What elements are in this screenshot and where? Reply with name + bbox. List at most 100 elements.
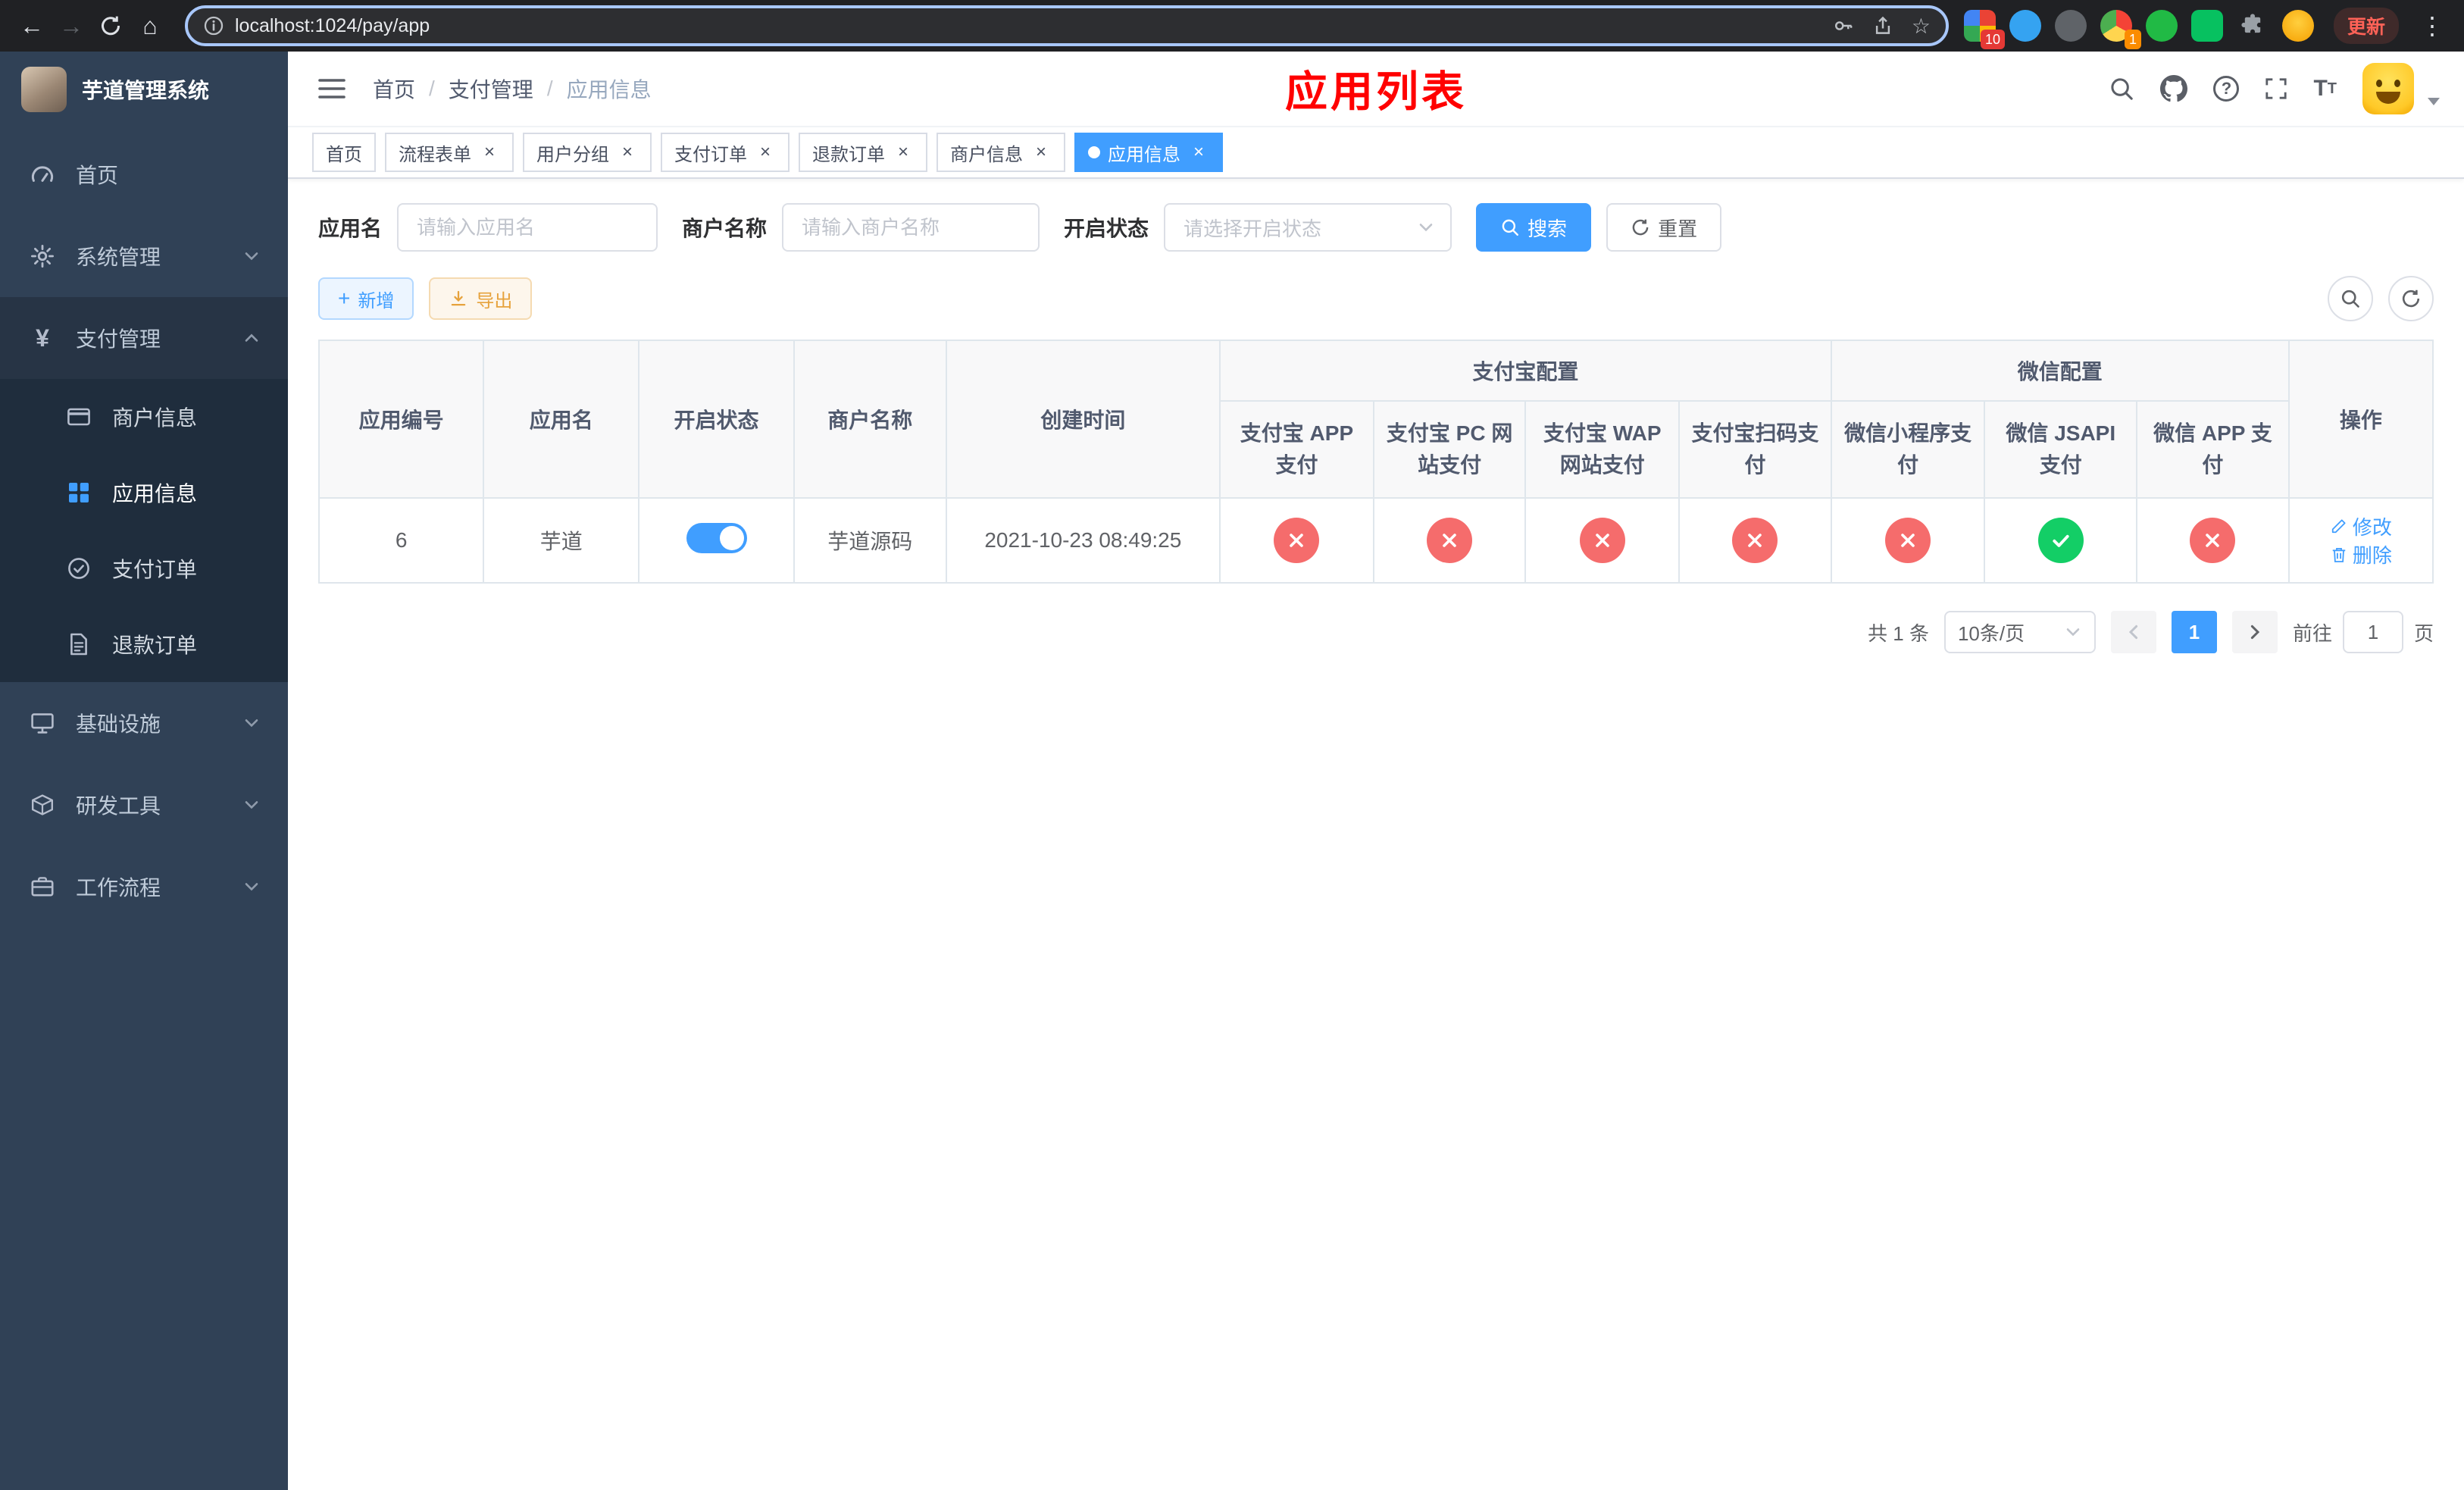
tabs-bar: 首页 流程表单 × 用户分组 × 支付订单 × 退款订单 × 商户信息 × 应用信息 ×	[288, 127, 2464, 179]
sidebar-item-home[interactable]: 首页	[0, 133, 288, 215]
status-select[interactable]: 请选择开启状态	[1164, 203, 1452, 252]
wechat-group-header: 微信配置	[1830, 340, 2290, 402]
refresh-button[interactable]	[2388, 276, 2434, 321]
sidebar-item-label: 应用信息	[112, 482, 198, 506]
page-title: 应用列表	[1285, 67, 1467, 116]
fullscreen-icon[interactable]	[2265, 77, 2287, 100]
sidebar-logo[interactable]: 芋道管理系统	[0, 52, 288, 127]
browser-reload-icon[interactable]	[91, 6, 130, 45]
tab-close-icon[interactable]: ×	[755, 142, 776, 163]
hamburger-icon[interactable]	[312, 70, 352, 107]
extension-icon-2[interactable]	[2009, 10, 2041, 42]
extension-icon-4[interactable]: 1	[2100, 10, 2141, 49]
reset-button[interactable]: 重置	[1606, 203, 1722, 252]
page-content: 应用名 商户名称 开启状态 请选择开启状态 搜索 重置	[288, 179, 2464, 1490]
tab-close-icon[interactable]: ×	[893, 142, 914, 163]
address-bar[interactable]: localhost:1024/pay/app ☆	[185, 5, 1949, 46]
create-time-cell: 2021-10-23 08:49:25	[945, 497, 1221, 584]
browser-back-icon[interactable]: ←	[12, 6, 52, 45]
search-icon[interactable]	[2109, 76, 2134, 102]
tab-merchant-info[interactable]: 商户信息 ×	[937, 133, 1065, 172]
sidebar-item-payment-management[interactable]: ¥ 支付管理	[0, 297, 288, 379]
sidebar-item-dev-tools[interactable]: 研发工具	[0, 764, 288, 846]
tab-close-icon[interactable]: ×	[1030, 142, 1052, 163]
actions-cell: 修改 删除	[2287, 497, 2434, 584]
chevron-down-icon	[2064, 623, 2082, 641]
actions-column-header: 操作	[2287, 340, 2434, 499]
column-header: 商户名称	[793, 340, 947, 499]
browser-forward-icon[interactable]: →	[52, 6, 91, 45]
prev-page-button[interactable]	[2110, 611, 2156, 653]
breadcrumb-separator: /	[429, 77, 435, 100]
merchant-name-label: 商户名称	[682, 217, 768, 240]
caret-down-icon[interactable]	[2428, 98, 2440, 105]
extension-icon-3[interactable]	[2054, 10, 2087, 42]
browser-home-icon[interactable]: ⌂	[130, 6, 170, 45]
tab-close-icon[interactable]: ×	[479, 142, 500, 163]
toggle-search-button[interactable]	[2328, 276, 2373, 321]
status-cell	[638, 497, 795, 584]
page-size-select[interactable]: 10条/页	[1943, 611, 2096, 653]
app-name-input[interactable]	[397, 203, 658, 252]
user-avatar[interactable]	[2362, 63, 2414, 114]
profile-avatar-icon[interactable]	[2281, 10, 2314, 42]
tab-close-icon[interactable]: ×	[1188, 142, 1209, 163]
url-text: localhost:1024/pay/app	[235, 14, 430, 36]
sidebar-item-infrastructure[interactable]: 基础设施	[0, 682, 288, 764]
tab-home[interactable]: 首页	[312, 133, 376, 172]
goto-page-input[interactable]	[2342, 611, 2403, 653]
merchant-name-input[interactable]	[782, 203, 1040, 252]
chrome-menu-icon[interactable]: ⋮	[2412, 6, 2452, 45]
sidebar-item-pay-order[interactable]: 支付订单	[0, 531, 288, 606]
bookmark-star-icon[interactable]: ☆	[1912, 14, 1931, 39]
extension-badge-1: 10	[1980, 30, 2005, 49]
sidebar-item-merchant-info[interactable]: 商户信息	[0, 379, 288, 455]
column-header: 开启状态	[638, 340, 795, 499]
tab-user-group[interactable]: 用户分组 ×	[523, 133, 652, 172]
password-key-icon[interactable]	[1833, 15, 1854, 36]
extensions-puzzle-icon[interactable]	[2237, 10, 2269, 42]
tab-flow-form[interactable]: 流程表单 ×	[385, 133, 514, 172]
column-header: 支付宝 APP 支付	[1219, 400, 1374, 499]
column-header: 微信小程序支付	[1830, 400, 1986, 499]
extension-icon-6[interactable]	[2190, 10, 2223, 42]
tab-label: 商户信息	[950, 144, 1023, 165]
workflow-icon	[27, 875, 58, 899]
share-icon[interactable]	[1872, 15, 1893, 36]
page-number-button[interactable]: 1	[2171, 611, 2217, 653]
sidebar-item-system-management[interactable]: 系统管理	[0, 215, 288, 297]
tab-close-icon[interactable]: ×	[617, 142, 638, 163]
chevron-down-icon	[1417, 218, 1435, 236]
github-icon[interactable]	[2160, 75, 2188, 102]
next-page-button[interactable]	[2231, 611, 2278, 653]
close-circle-icon	[1274, 518, 1320, 563]
chevron-down-icon	[242, 247, 261, 265]
sidebar-item-label: 首页	[76, 164, 119, 187]
sidebar-item-app-info[interactable]: 应用信息	[0, 455, 288, 531]
delete-link[interactable]: 删除	[2330, 540, 2392, 568]
tab-app-info[interactable]: 应用信息 ×	[1074, 133, 1223, 172]
browser-chrome: ← → ⌂ localhost:1024/pay/app ☆ 10 1 更新 ⋮	[0, 0, 2464, 52]
tab-pay-order[interactable]: 支付订单 ×	[661, 133, 790, 172]
app-id-cell: 6	[318, 497, 485, 584]
breadcrumb-home[interactable]: 首页	[373, 74, 415, 104]
active-tab-dot	[1088, 146, 1100, 158]
edit-link[interactable]: 修改	[2330, 512, 2392, 540]
sidebar-item-workflow[interactable]: 工作流程	[0, 846, 288, 928]
sidebar-submenu: 商户信息应用信息支付订单 退款订单	[0, 379, 288, 682]
font-size-icon[interactable]: TT	[2313, 76, 2337, 102]
search-button[interactable]: 搜索	[1476, 203, 1592, 252]
extension-icon-5[interactable]	[2145, 10, 2178, 42]
chrome-update-button[interactable]: 更新	[2333, 8, 2399, 44]
column-header: 支付宝 PC 网站支付	[1372, 400, 1527, 499]
tab-refund-order[interactable]: 退款订单 ×	[799, 133, 927, 172]
status-toggle[interactable]	[686, 522, 747, 553]
add-button[interactable]: + 新增	[318, 277, 414, 320]
help-icon[interactable]: ?	[2213, 76, 2240, 102]
site-info-icon[interactable]	[203, 15, 224, 36]
table-row: 6 芋道 芋道源码 2021-10-23 08:49:25 修改 删除	[318, 497, 2434, 584]
extension-icon-1[interactable]: 10	[1963, 10, 2005, 49]
sidebar-item-refund-order[interactable]: 退款订单	[0, 606, 288, 682]
export-button[interactable]: 导出	[429, 277, 533, 320]
breadcrumb-pay-management[interactable]: 支付管理	[449, 74, 533, 104]
